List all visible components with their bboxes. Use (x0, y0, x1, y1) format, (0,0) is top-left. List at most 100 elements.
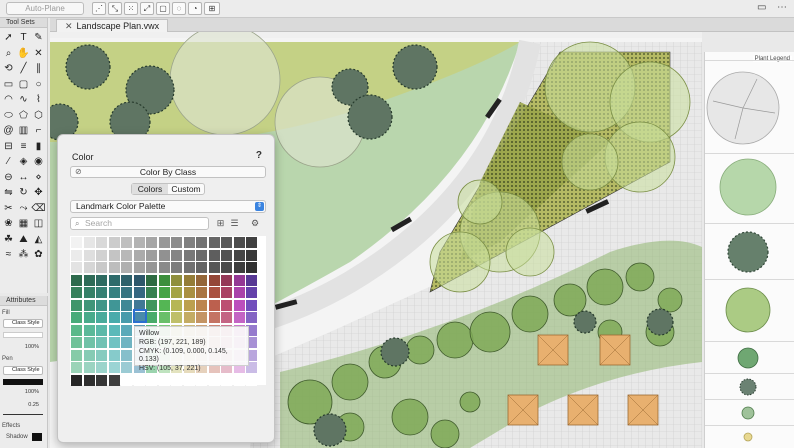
color-swatch[interactable] (221, 374, 232, 386)
pan-icon[interactable]: ✋ (16, 46, 31, 62)
color-swatch[interactable] (121, 312, 132, 323)
color-swatch[interactable] (208, 237, 220, 248)
color-swatch[interactable] (96, 299, 107, 311)
color-swatch[interactable] (246, 374, 257, 386)
color-swatch[interactable] (158, 374, 170, 386)
snap-box-button[interactable]: ▢ (156, 2, 170, 15)
color-swatch[interactable] (71, 337, 82, 348)
legend-entry[interactable] (705, 373, 794, 399)
tab-custom[interactable]: Custom (168, 184, 204, 194)
line-style-preview[interactable] (3, 414, 43, 415)
color-swatch[interactable] (121, 362, 132, 373)
color-swatch[interactable] (158, 274, 170, 286)
color-swatch[interactable] (83, 287, 95, 298)
color-swatch[interactable] (96, 312, 107, 323)
color-swatch[interactable] (246, 249, 257, 261)
color-swatch[interactable] (71, 299, 82, 311)
rotate-icon[interactable]: ↻ (16, 185, 31, 201)
color-swatch[interactable] (183, 249, 195, 261)
color-swatch[interactable] (208, 287, 220, 298)
legend-entry[interactable] (705, 153, 794, 223)
color-swatch[interactable] (196, 249, 207, 261)
color-swatch[interactable] (146, 374, 157, 386)
fill-opacity-value[interactable]: 100% (25, 344, 39, 350)
polyline-icon[interactable]: ⌇ (31, 92, 46, 108)
color-swatch[interactable] (83, 337, 95, 348)
pen-color-swatch[interactable] (3, 379, 43, 385)
color-swatch[interactable] (196, 274, 207, 286)
flyover-icon[interactable]: ⟲ (1, 61, 16, 77)
color-swatch[interactable] (83, 299, 95, 311)
trim-icon[interactable]: ⌫ (31, 201, 46, 217)
snap-wall-button[interactable]: ⊞ (204, 2, 220, 15)
color-swatch[interactable] (246, 262, 257, 273)
color-swatch[interactable] (108, 299, 120, 311)
color-by-class-button[interactable]: ⊘ Color By Class (70, 166, 266, 178)
color-swatch[interactable] (146, 262, 157, 273)
color-swatch[interactable] (96, 324, 107, 336)
color-swatch[interactable] (71, 287, 82, 298)
color-swatch[interactable] (133, 374, 145, 386)
snap-tangent-button[interactable]: ◔ (188, 2, 202, 15)
color-swatch[interactable] (71, 349, 82, 361)
color-swatch[interactable] (196, 299, 207, 311)
color-swatch[interactable] (233, 237, 245, 248)
color-swatch[interactable] (196, 374, 207, 386)
color-swatch[interactable] (196, 262, 207, 273)
double-line-icon[interactable]: ∥ (31, 61, 46, 77)
legend-entry[interactable] (705, 279, 794, 341)
color-swatch[interactable] (71, 237, 82, 248)
rounded-rect-icon[interactable]: ▢ (16, 77, 31, 93)
color-swatch[interactable] (83, 274, 95, 286)
color-swatch[interactable] (233, 299, 245, 311)
color-swatch[interactable] (221, 274, 232, 286)
color-swatch[interactable] (221, 312, 232, 323)
site-model-icon[interactable]: ⛰ (16, 232, 31, 248)
color-swatch[interactable] (146, 274, 157, 286)
window-icon[interactable]: ⊟ (1, 139, 16, 155)
color-swatch[interactable] (171, 249, 182, 261)
color-swatch[interactable] (133, 262, 145, 273)
document-tab[interactable]: ✕ Landscape Plan.vwx (56, 19, 169, 32)
arc-icon[interactable]: ◠ (1, 92, 16, 108)
color-swatch[interactable] (146, 299, 157, 311)
color-swatch[interactable] (96, 337, 107, 348)
color-swatch[interactable] (246, 274, 257, 286)
palette-select[interactable]: Landmark Color Palette ⇕ (70, 200, 266, 213)
color-swatch[interactable] (108, 362, 120, 373)
plant-icon[interactable]: ❀ (1, 216, 16, 232)
connect-icon[interactable]: ⤳ (16, 201, 31, 217)
color-swatch[interactable] (71, 362, 82, 373)
list-view-icon[interactable]: ☰ (228, 217, 241, 230)
color-swatch[interactable] (108, 324, 120, 336)
snap-grid-button[interactable]: ⋰ (92, 2, 106, 15)
callout-icon[interactable]: ✎ (31, 30, 46, 46)
color-swatch[interactable] (71, 262, 82, 273)
color-swatch[interactable] (83, 237, 95, 248)
camera-icon[interactable]: ◉ (31, 154, 46, 170)
color-swatch[interactable] (108, 287, 120, 298)
pointer-icon[interactable]: ➚ (1, 30, 16, 46)
color-swatch[interactable] (96, 274, 107, 286)
circle-icon[interactable]: ○ (31, 77, 46, 93)
color-swatch[interactable] (71, 249, 82, 261)
color-swatch[interactable] (246, 312, 257, 323)
grade-icon[interactable]: ◭ (31, 232, 46, 248)
color-swatch[interactable] (171, 287, 182, 298)
color-swatch[interactable] (183, 374, 195, 386)
color-swatch[interactable] (158, 262, 170, 273)
color-swatch[interactable] (108, 237, 120, 248)
color-swatch[interactable] (146, 249, 157, 261)
color-swatch[interactable] (108, 337, 120, 348)
move-icon[interactable]: ✥ (31, 185, 46, 201)
locus-icon[interactable]: ✕ (31, 46, 46, 62)
help-button[interactable]: ? (256, 150, 262, 161)
color-swatch[interactable] (96, 249, 107, 261)
color-swatch[interactable] (83, 324, 95, 336)
view-mode-icon[interactable]: ▭ (757, 2, 766, 13)
color-swatch[interactable] (108, 262, 120, 273)
color-search-input[interactable]: ⌕ Search (70, 217, 209, 230)
text-icon[interactable]: T (16, 30, 31, 46)
color-swatch[interactable] (246, 287, 257, 298)
line-weight-value[interactable]: 0.25 (28, 402, 39, 408)
